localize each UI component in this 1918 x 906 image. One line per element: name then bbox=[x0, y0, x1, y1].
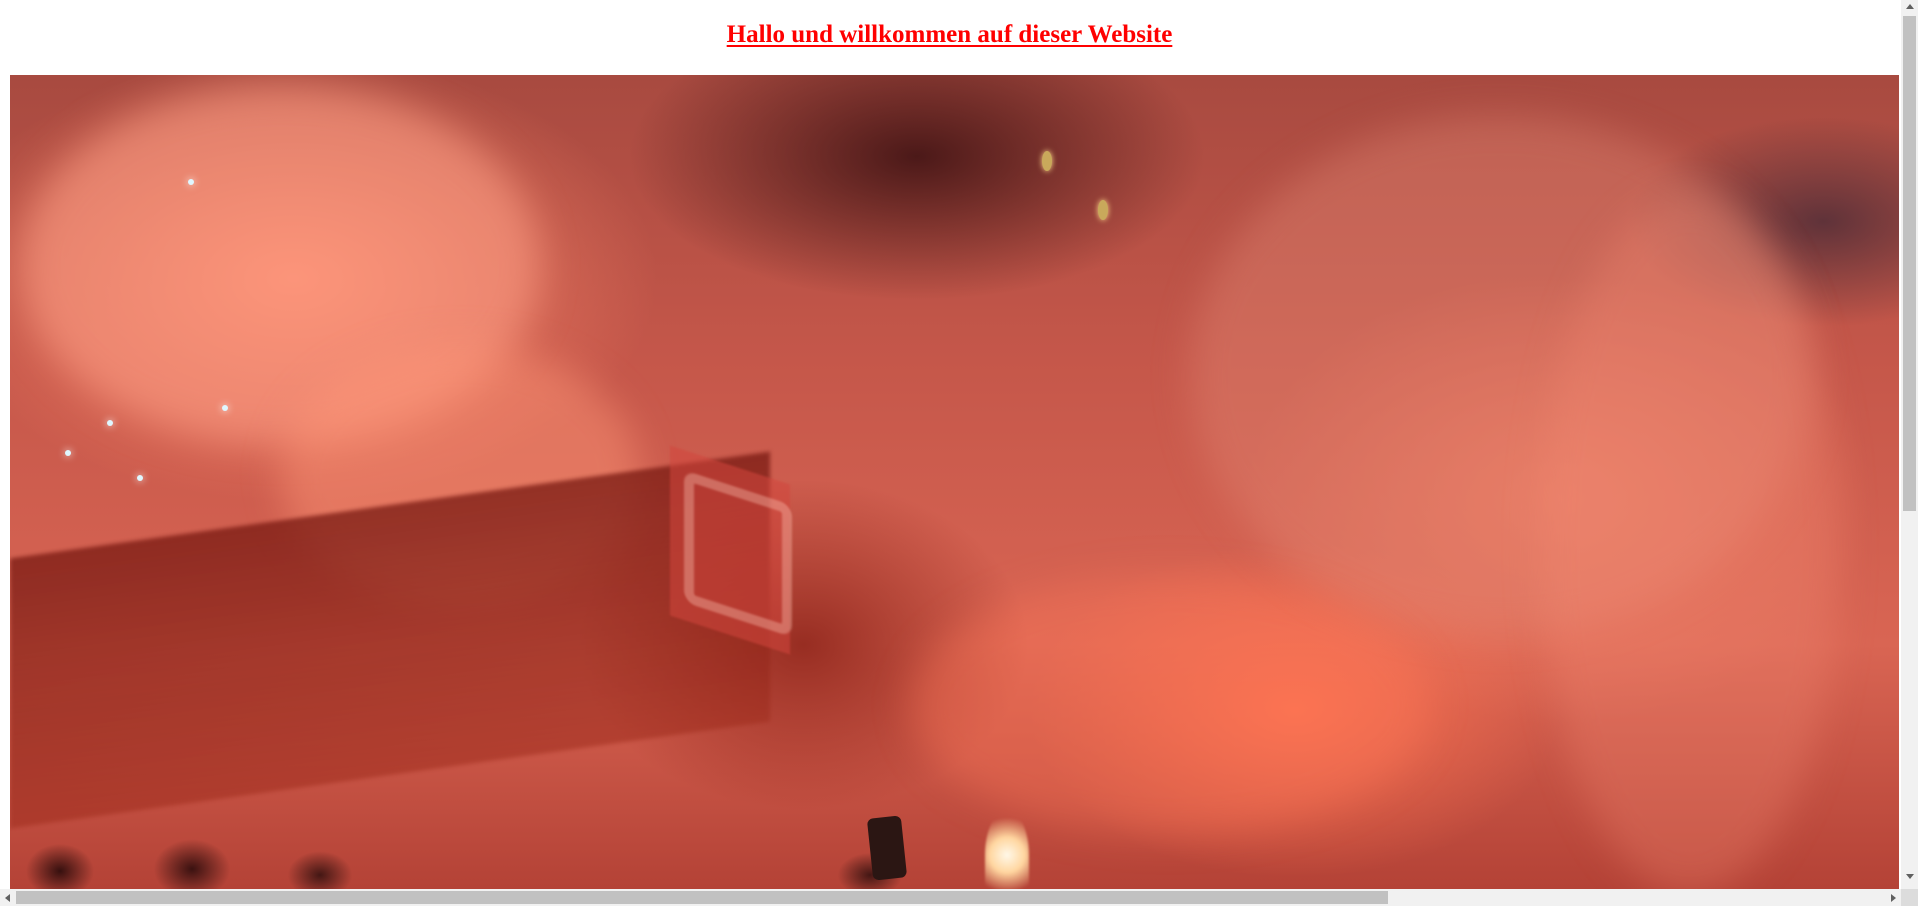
horizontal-scroll-thumb[interactable] bbox=[16, 891, 1388, 904]
smoke-cloud-bottom bbox=[910, 575, 1430, 835]
vertical-scrollbar[interactable] bbox=[1901, 0, 1918, 889]
spark bbox=[137, 475, 143, 481]
spark bbox=[222, 405, 228, 411]
scroll-up-arrow-icon[interactable] bbox=[1906, 4, 1914, 9]
smoke-cloud-left bbox=[20, 85, 540, 445]
stadium-structure bbox=[10, 451, 770, 829]
page: Hallo und willkommen auf dieser Website bbox=[0, 0, 1918, 906]
smoke-cloud-right bbox=[1190, 115, 1810, 635]
stadium-pyro-image bbox=[10, 75, 1899, 889]
page-heading: Hallo und willkommen auf dieser Website bbox=[726, 21, 1173, 48]
spark bbox=[107, 420, 113, 426]
spark bbox=[65, 450, 71, 456]
spark bbox=[188, 179, 194, 185]
phone-icon bbox=[866, 815, 908, 881]
scroll-right-arrow-icon[interactable] bbox=[1891, 894, 1896, 902]
scroll-left-arrow-icon[interactable] bbox=[5, 894, 10, 902]
scrollbar-corner bbox=[1901, 889, 1918, 906]
ember bbox=[1098, 200, 1108, 220]
ember bbox=[1042, 151, 1052, 171]
horizontal-scrollbar[interactable] bbox=[0, 889, 1918, 906]
smoke-cloud-far-right bbox=[1540, 195, 1840, 889]
crowd-silhouettes bbox=[10, 799, 1010, 889]
scroll-down-arrow-icon[interactable] bbox=[1906, 874, 1914, 879]
vertical-scroll-thumb[interactable] bbox=[1903, 16, 1916, 511]
